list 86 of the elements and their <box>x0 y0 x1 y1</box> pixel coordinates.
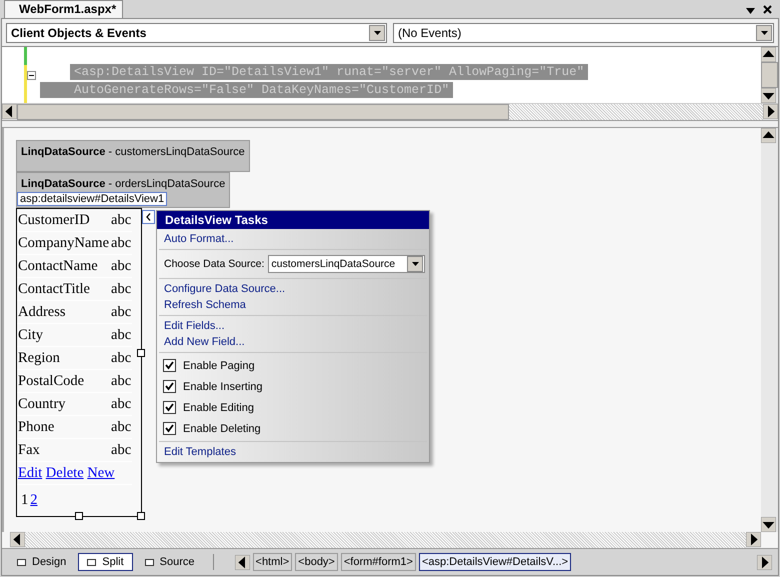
scrollbar[interactable] <box>761 128 778 532</box>
view-tab[interactable]: Split <box>78 553 133 571</box>
event-dropdown[interactable]: (No Events) <box>393 23 774 43</box>
field-name: City <box>17 324 110 346</box>
tag-breadcrumb[interactable]: <body> <box>295 553 338 571</box>
command-link[interactable]: Delete <box>46 464 84 480</box>
field-name: ContactTitle <box>17 278 110 300</box>
checkbox[interactable] <box>163 380 176 393</box>
command-link[interactable]: New <box>87 464 115 480</box>
task-link[interactable]: Add New Field... <box>159 334 250 350</box>
checkbox[interactable] <box>163 401 176 414</box>
field-value: abc <box>110 254 132 278</box>
scroll-up-button[interactable] <box>761 47 776 62</box>
smart-tag-button[interactable] <box>142 210 155 224</box>
task-link[interactable]: Edit Templates <box>159 444 241 460</box>
details-view[interactable]: CustomerID abc CompanyName abc ContactName abc ContactTitle abc Address abc City abc Region abc PostalCode abc Country abc Phone abc Fax abc Edit Delete New 1 2 <box>16 208 142 517</box>
tag-breadcrumb[interactable]: <asp:DetailsView#DetailsV...> <box>418 553 572 571</box>
field-name: Region <box>17 346 110 370</box>
checkbox-label: Enable Paging <box>183 360 255 372</box>
scroll-down-button[interactable] <box>761 88 776 103</box>
field-name: ContactName <box>17 254 110 278</box>
field-value: abc <box>110 438 132 462</box>
caret-icon <box>760 31 768 35</box>
caret-icon <box>374 31 380 35</box>
field-value: abc <box>110 392 132 416</box>
window-icon <box>144 558 154 566</box>
field-value: abc <box>110 232 132 254</box>
scrollbar-thumb[interactable] <box>761 62 778 88</box>
checkbox-label: Enable Editing <box>183 402 254 414</box>
scrollbar[interactable] <box>10 532 761 548</box>
field-value: abc <box>110 209 132 232</box>
task-link[interactable]: Configure Data Source... <box>159 281 290 297</box>
scroll-left-button[interactable] <box>10 532 25 547</box>
scroll-left-button[interactable] <box>2 104 17 119</box>
checkbox[interactable] <box>163 359 176 372</box>
scroll-right-button[interactable] <box>746 532 761 547</box>
field-name: Fax <box>17 438 110 462</box>
field-name: Country <box>17 392 110 416</box>
window-icon <box>87 558 96 566</box>
field-name: Address <box>17 300 110 324</box>
resize-handle[interactable] <box>137 512 145 520</box>
panel-title: DetailsView Tasks <box>157 211 429 229</box>
field-value: abc <box>110 324 132 346</box>
field-value: abc <box>110 370 132 392</box>
window-icon <box>17 558 26 566</box>
command-link[interactable]: Edit <box>18 464 42 480</box>
field-value: abc <box>110 300 132 324</box>
scroll-right-button[interactable] <box>763 104 778 119</box>
control-tag: asp:detailsview#DetailsView1 <box>17 192 168 206</box>
field-value: abc <box>110 278 132 300</box>
collapse-icon[interactable] <box>27 71 36 80</box>
page-link[interactable]: 2 <box>30 492 38 508</box>
field-name: CompanyName <box>17 232 110 254</box>
scroll-right-button[interactable] <box>757 554 772 570</box>
document-tab[interactable]: WebForm1.aspx* <box>4 0 124 18</box>
page-number: 1 <box>21 492 28 508</box>
scroll-left-button[interactable] <box>234 554 250 570</box>
scrollbar[interactable] <box>761 47 778 103</box>
task-link[interactable]: Refresh Schema <box>159 297 251 313</box>
task-link[interactable]: Auto Format... <box>159 231 239 247</box>
chevron-icon <box>146 213 151 221</box>
dropdown-icon[interactable] <box>746 8 755 14</box>
checkbox[interactable] <box>163 422 176 435</box>
field-value: abc <box>110 346 132 370</box>
field-name: CustomerID <box>17 209 110 232</box>
scroll-up-button[interactable] <box>761 128 776 143</box>
field-value: abc <box>110 416 132 438</box>
caret-icon <box>412 262 418 266</box>
view-tab[interactable]: Design <box>8 553 76 571</box>
scrollbar[interactable] <box>2 103 778 120</box>
checkbox-label: Enable Deleting <box>183 422 261 434</box>
close-icon[interactable] <box>763 5 772 14</box>
tag-breadcrumb[interactable]: <form#form1> <box>340 553 416 571</box>
field-name: PostalCode <box>17 370 110 392</box>
checkbox-label: Enable Inserting <box>183 380 262 392</box>
resize-handle[interactable] <box>75 512 83 520</box>
data-source-control[interactable]: LinqDataSource - customersLinqDataSource <box>16 140 250 172</box>
field-name: Phone <box>17 416 110 438</box>
resize-handle[interactable] <box>137 349 145 357</box>
task-link[interactable]: Edit Fields... <box>159 318 230 334</box>
scroll-down-button[interactable] <box>761 517 776 532</box>
field-label: Choose Data Source: <box>164 258 264 270</box>
view-tab[interactable]: Source <box>136 553 204 571</box>
object-dropdown[interactable]: Client Objects & Events <box>6 23 387 43</box>
data-source-select[interactable]: customersLinqDataSource <box>268 255 425 273</box>
tag-breadcrumb[interactable]: <html> <box>252 553 292 571</box>
